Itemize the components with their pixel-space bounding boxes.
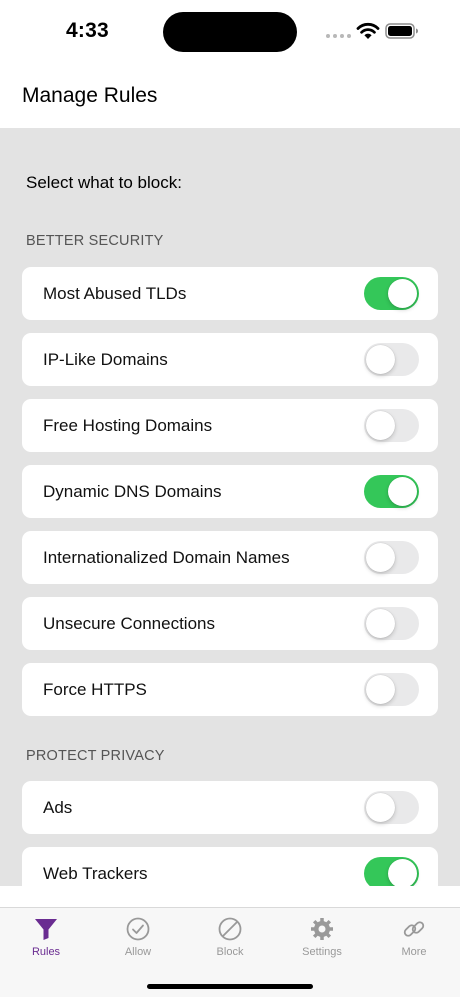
- rule-label: IP-Like Domains: [43, 350, 168, 369]
- tab-block[interactable]: Block: [184, 916, 276, 970]
- rule-toggle[interactable]: [364, 607, 419, 640]
- tab-rules[interactable]: Rules: [0, 916, 92, 970]
- funnel-icon: [35, 919, 57, 940]
- toggle-knob: [388, 279, 417, 308]
- toggle-knob: [366, 411, 395, 440]
- toggle-knob: [366, 675, 395, 704]
- checkmark-circle-icon: [126, 917, 150, 941]
- navigation-bar: Manage Rules: [0, 62, 460, 128]
- status-time: 4:33: [66, 19, 109, 42]
- rules-list[interactable]: Select what to block: BETTER SECURITY Mo…: [0, 128, 460, 886]
- link-icon: [403, 921, 425, 937]
- tab-more[interactable]: More: [368, 916, 460, 970]
- rule-label: Internationalized Domain Names: [43, 548, 290, 567]
- section-header-protect-privacy: PROTECT PRIVACY: [26, 748, 165, 764]
- rule-row-ads: Ads: [22, 781, 438, 834]
- rule-label: Web Trackers: [43, 864, 148, 883]
- rule-toggle[interactable]: [364, 409, 419, 442]
- page-title: Manage Rules: [22, 84, 158, 107]
- toggle-knob: [366, 609, 395, 638]
- block-prompt: Select what to block:: [26, 173, 182, 192]
- toggle-knob: [388, 477, 417, 506]
- home-indicator: [147, 984, 313, 989]
- toggle-knob: [366, 793, 395, 822]
- toggle-knob: [388, 859, 417, 886]
- rule-row-dynamic-dns-domains: Dynamic DNS Domains: [22, 465, 438, 518]
- tab-label: More: [401, 946, 427, 958]
- battery-icon: [385, 23, 418, 39]
- toggle-knob: [366, 345, 395, 374]
- cellular-signal-icon: [326, 34, 351, 38]
- rule-label: Unsecure Connections: [43, 614, 215, 633]
- tab-allow[interactable]: Allow: [92, 916, 184, 970]
- rule-row-force-https: Force HTTPS: [22, 663, 438, 716]
- rule-label: Ads: [43, 798, 73, 817]
- tab-label: Settings: [302, 946, 342, 958]
- rule-toggle[interactable]: [364, 857, 419, 886]
- toggle-knob: [366, 543, 395, 572]
- rule-row-ip-like-domains: IP-Like Domains: [22, 333, 438, 386]
- tab-label: Rules: [31, 946, 61, 958]
- rule-toggle[interactable]: [364, 673, 419, 706]
- rule-toggle[interactable]: [364, 791, 419, 824]
- rule-row-internationalized-domain-names: Internationalized Domain Names: [22, 531, 438, 584]
- tab-bar: Rules Allow Block Settings More: [0, 907, 460, 997]
- tab-label: Allow: [124, 946, 152, 958]
- rule-row-web-trackers: Web Trackers: [22, 847, 438, 886]
- rule-toggle[interactable]: [364, 541, 419, 574]
- tab-label: Block: [216, 946, 244, 958]
- section-header-better-security: BETTER SECURITY: [26, 233, 164, 249]
- rule-label: Dynamic DNS Domains: [43, 482, 222, 501]
- rule-label: Force HTTPS: [43, 680, 147, 699]
- rule-label: Most Abused TLDs: [43, 284, 187, 303]
- rule-toggle[interactable]: [364, 475, 419, 508]
- rule-row-most-abused-tlds: Most Abused TLDs: [22, 267, 438, 320]
- rule-toggle[interactable]: [364, 343, 419, 376]
- dynamic-island: [163, 12, 297, 52]
- tab-settings[interactable]: Settings: [276, 916, 368, 970]
- prohibited-circle-icon: [218, 917, 242, 941]
- rule-row-free-hosting-domains: Free Hosting Domains: [22, 399, 438, 452]
- rule-label: Free Hosting Domains: [43, 416, 213, 435]
- rule-row-unsecure-connections: Unsecure Connections: [22, 597, 438, 650]
- wifi-icon: [356, 22, 380, 39]
- status-bar: 4:33: [0, 0, 460, 62]
- rule-toggle[interactable]: [364, 277, 419, 310]
- gear-icon: [311, 918, 333, 940]
